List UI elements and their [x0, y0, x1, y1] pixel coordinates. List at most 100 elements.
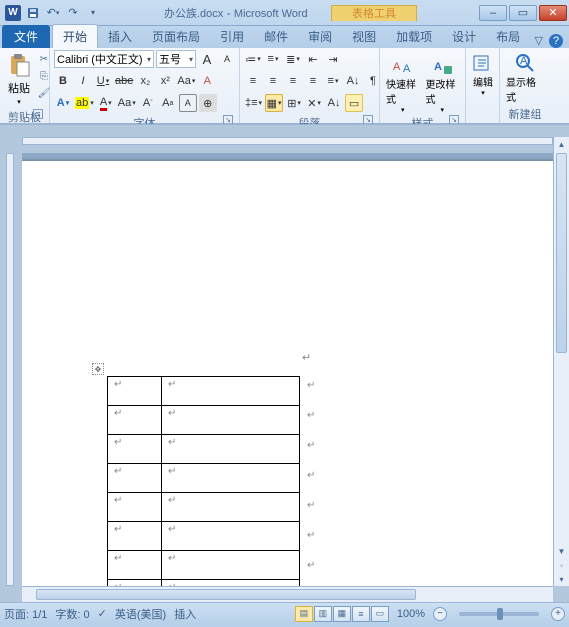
- font-name-combo[interactable]: Calibri (中文正文)▾: [54, 50, 154, 68]
- sort2-button[interactable]: A↓: [325, 94, 343, 112]
- table-cell[interactable]: ↵: [108, 551, 162, 580]
- phonetic-button[interactable]: Aa: [159, 94, 177, 112]
- line-spacing-button[interactable]: ‡≡▾: [244, 94, 263, 112]
- editing-button[interactable]: 编辑▾: [470, 50, 496, 97]
- table-cell[interactable]: ↵: [108, 435, 162, 464]
- tab-table-layout[interactable]: 布局: [486, 25, 530, 48]
- highlight-button[interactable]: ab▾: [74, 94, 95, 112]
- text-effects-button[interactable]: A▾: [54, 94, 72, 112]
- table-cell[interactable]: ↵: [162, 493, 300, 522]
- bold-button[interactable]: B: [54, 72, 72, 90]
- tab-file[interactable]: 文件: [2, 25, 50, 48]
- clipboard-launcher-icon[interactable]: ↘: [33, 109, 43, 119]
- justify-button[interactable]: ≡: [304, 72, 322, 90]
- table-cell[interactable]: ↵: [108, 377, 162, 406]
- next-page-icon[interactable]: ▾: [554, 572, 569, 586]
- table-cell[interactable]: ↵: [108, 464, 162, 493]
- table-move-handle-icon[interactable]: ✥: [92, 363, 104, 375]
- char-scale-button[interactable]: Aa▾: [117, 94, 137, 112]
- qat-customize-icon[interactable]: ▾: [84, 4, 102, 22]
- align-center-button[interactable]: ≡: [264, 72, 282, 90]
- document-table[interactable]: ↵↵↵↵↵↵↵↵↵↵↵↵↵↵↵↵: [107, 376, 300, 586]
- enclose-button[interactable]: Aˇ: [139, 94, 157, 112]
- font-size-combo[interactable]: 五号▾: [156, 50, 196, 68]
- table-cell[interactable]: ↵: [108, 493, 162, 522]
- underline-button[interactable]: U▾: [94, 72, 112, 90]
- reveal-format-button[interactable]: A 显示格式: [504, 50, 546, 104]
- bullets-button[interactable]: ≔▾: [244, 50, 262, 68]
- horizontal-ruler[interactable]: [22, 137, 553, 145]
- tab-page-layout[interactable]: 页面布局: [142, 25, 210, 48]
- change-case-button[interactable]: Aa▾: [176, 72, 196, 90]
- shading-button[interactable]: ▦▾: [265, 94, 283, 112]
- draft-view-icon[interactable]: ▭: [371, 606, 389, 622]
- table-cell[interactable]: ↵: [162, 377, 300, 406]
- minimize-button[interactable]: –: [479, 5, 507, 21]
- spellcheck-icon[interactable]: ✓: [98, 607, 107, 620]
- font-color-button[interactable]: A▾: [97, 94, 115, 112]
- snap-button[interactable]: ✕▾: [305, 94, 323, 112]
- outline-view-icon[interactable]: ≡: [352, 606, 370, 622]
- paste-button[interactable]: 粘贴 ▾: [4, 50, 34, 108]
- page-indicator[interactable]: 页面: 1/1: [4, 606, 47, 622]
- tab-view[interactable]: 视图: [342, 25, 386, 48]
- char-border-button[interactable]: A: [179, 94, 197, 112]
- change-styles-button[interactable]: A 更改样式▾: [424, 50, 462, 114]
- distribute-button[interactable]: ≡▾: [324, 72, 342, 90]
- superscript-button[interactable]: x²: [156, 72, 174, 90]
- vscroll-thumb[interactable]: [556, 153, 567, 353]
- redo-icon[interactable]: ↷: [64, 4, 82, 22]
- grow-font-icon[interactable]: A: [198, 50, 216, 68]
- italic-button[interactable]: I: [74, 72, 92, 90]
- maximize-button[interactable]: ▭: [509, 5, 537, 21]
- numbering-button[interactable]: ≡▾: [264, 50, 282, 68]
- scroll-down-icon[interactable]: ▼: [554, 544, 569, 558]
- subscript-button[interactable]: x₂: [136, 72, 154, 90]
- tab-review[interactable]: 审阅: [298, 25, 342, 48]
- ribbon-minimize-icon[interactable]: ▽: [535, 34, 543, 48]
- tab-addins[interactable]: 加载项: [386, 25, 442, 48]
- sort-button[interactable]: A↓: [344, 72, 362, 90]
- borders-button[interactable]: ⊞▾: [285, 94, 303, 112]
- fullscreen-view-icon[interactable]: ▥: [314, 606, 332, 622]
- scroll-up-icon[interactable]: ▲: [554, 137, 569, 151]
- tab-insert[interactable]: 插入: [98, 25, 142, 48]
- close-button[interactable]: ✕: [539, 5, 567, 21]
- tab-table-design[interactable]: 设计: [442, 25, 486, 48]
- align-right-button[interactable]: ≡: [284, 72, 302, 90]
- clear-format-button[interactable]: A: [198, 72, 216, 90]
- print-layout-view-icon[interactable]: ▤: [295, 606, 313, 622]
- tab-references[interactable]: 引用: [210, 25, 254, 48]
- select-objects-button[interactable]: ▭: [345, 94, 363, 112]
- decrease-indent-button[interactable]: ⇤: [304, 50, 322, 68]
- shrink-font-icon[interactable]: A: [218, 50, 236, 68]
- zoom-in-button[interactable]: +: [551, 607, 565, 621]
- table-cell[interactable]: ↵: [108, 406, 162, 435]
- prev-page-icon[interactable]: ◦: [554, 558, 569, 572]
- word-count[interactable]: 字数: 0: [55, 606, 89, 622]
- char-shading-button[interactable]: ⊕: [199, 94, 217, 112]
- align-left-button[interactable]: ≡: [244, 72, 262, 90]
- undo-icon[interactable]: ↶▾: [44, 4, 62, 22]
- table-row[interactable]: ↵↵: [108, 464, 300, 493]
- table-row[interactable]: ↵↵: [108, 551, 300, 580]
- tab-home[interactable]: 开始: [52, 24, 98, 48]
- zoom-level[interactable]: 100%: [397, 608, 425, 620]
- table-cell[interactable]: ↵: [162, 435, 300, 464]
- multilevel-button[interactable]: ≣▾: [284, 50, 302, 68]
- page[interactable]: ↵ ✥ ↵↵↵↵↵↵↵↵↵↵↵↵↵↵↵↵ ↵↵↵↵↵↵↵↵: [22, 161, 553, 586]
- table-row[interactable]: ↵↵: [108, 493, 300, 522]
- increase-indent-button[interactable]: ⇥: [324, 50, 342, 68]
- table-row[interactable]: ↵↵: [108, 435, 300, 464]
- table-cell[interactable]: ↵: [162, 551, 300, 580]
- web-view-icon[interactable]: ▦: [333, 606, 351, 622]
- save-icon[interactable]: [24, 4, 42, 22]
- horizontal-scrollbar[interactable]: [22, 586, 553, 602]
- zoom-slider[interactable]: [459, 612, 539, 616]
- vertical-scrollbar[interactable]: ▲ ▼ ◦ ▾: [553, 137, 569, 586]
- zoom-slider-thumb[interactable]: [497, 608, 503, 620]
- table-cell[interactable]: ↵: [108, 522, 162, 551]
- help-icon[interactable]: ?: [549, 34, 563, 48]
- zoom-out-button[interactable]: −: [433, 607, 447, 621]
- page-viewport[interactable]: ↵ ✥ ↵↵↵↵↵↵↵↵↵↵↵↵↵↵↵↵ ↵↵↵↵↵↵↵↵: [22, 153, 553, 586]
